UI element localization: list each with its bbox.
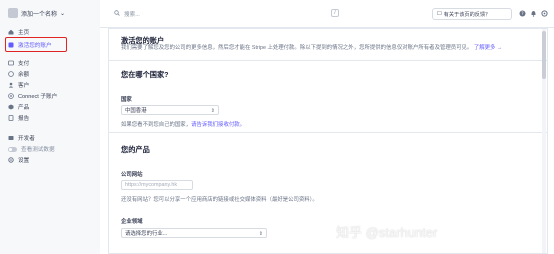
sidebar-item-label: 激活您的账户 [18,43,52,49]
chevron-down-icon: ⌄ [60,10,66,17]
account-switcher[interactable]: 添加一个名称 ⌄ [8,8,65,18]
learn-more-link[interactable]: 了解更多 → [474,45,502,51]
select-arrows-icon: ⇕ [210,108,215,114]
balance-icon [8,71,14,77]
sidebar-item-payments[interactable]: 支付 [6,58,96,68]
sidebar-item-label: 主页 [18,30,30,36]
website-label: 公司网站 [121,172,143,178]
industry-placeholder: 请选择您的行业... [125,231,168,237]
website-placeholder: https://mycompany.hk [125,182,178,188]
sidebar-item-settings[interactable]: 设置 [6,155,96,165]
sidebar-item-label: 查看测试数据 [21,147,55,153]
contact-link[interactable]: 请告诉我们接收付款。 [191,122,245,128]
sidebar-item-label: 开发者 [18,136,35,142]
sidebar-item-customers[interactable]: 客户 [6,80,96,90]
sidebar-item-developers[interactable]: 开发者 [6,133,96,143]
search-shortcut-key: / [331,9,339,17]
industry-select[interactable]: 请选择您的行业... ⇕ [121,228,267,238]
search-icon [114,9,120,18]
feedback-icon: ☐ [437,11,442,17]
sidebar-item-label: 客户 [18,83,30,89]
sidebar-item-label: 设置 [18,158,30,164]
connect-icon [8,93,14,99]
country-select[interactable]: 中国香港 ⇕ [121,105,219,115]
account-logo [8,8,18,18]
notifications-icon[interactable] [530,10,537,17]
country-value: 中国香港 [125,108,147,114]
sidebar-item-label: 报告 [18,116,30,122]
account-settings-icon[interactable] [541,10,548,17]
divider [109,60,547,61]
sidebar-item-label: 支付 [18,61,30,67]
account-name: 添加一个名称 [21,11,58,18]
home-icon [8,29,14,35]
country-label: 国家 [121,97,132,103]
sidebar-item-reports[interactable]: 报告 [6,113,96,123]
top-bar: 搜索... / ☐ 有关于该页的反馈？ ? [100,0,554,28]
industry-label: 企业领域 [121,219,143,225]
activate-description: 我们需要了解您及您的公司的更多信息，然后您才能在 Stripe 上处理付款。除以… [121,45,503,51]
customers-icon [8,82,14,88]
sidebar-item-balance[interactable]: 余额 [6,69,96,79]
website-hint: 还没有网站？您可以分享一个应用商店的链接或社交媒体资料（最好是公司资料）。 [121,197,318,203]
payments-icon [8,60,14,66]
divider [109,132,547,133]
feedback-button[interactable]: ☐ 有关于该页的反馈？ [432,8,512,20]
sidebar-item-label: 余额 [18,72,30,78]
website-input[interactable]: https://mycompany.hk [121,180,193,190]
sidebar-item-label: Connect 子账户 [18,94,58,100]
sidebar-item-label: 产品 [18,105,30,111]
sidebar-item-connect[interactable]: Connect 子账户 [6,91,96,101]
watermark: 知乎 @starhunter [336,225,438,240]
select-arrows-icon: ⇕ [258,231,263,237]
test-data-toggle[interactable]: 查看测试数据 [6,144,96,154]
search-input[interactable]: 搜索... / [114,7,339,20]
settings-icon [8,157,14,163]
products-icon [8,104,14,110]
country-hint: 如果您看不到您自己的国家，请告诉我们接收付款。 [121,122,246,128]
help-icon[interactable]: ? [519,10,526,17]
search-placeholder: 搜索... [124,11,140,18]
activate-icon [8,42,14,48]
reports-icon [8,115,14,121]
country-section-title: 您在哪个国家? [121,70,169,79]
toggle-icon [8,146,17,152]
sidebar-item-home[interactable]: 主页 [6,27,96,37]
product-section-title: 您的产品 [121,145,150,154]
scrollbar-thumb[interactable] [542,31,546,79]
sidebar-item-products[interactable]: 产品 [6,102,96,112]
sidebar-item-activate[interactable]: 激活您的账户 [6,40,96,50]
sidebar: 添加一个名称 ⌄ 主页 激活您的账户 支付 余额 客户 Connect 子账户 … [0,0,100,254]
feedback-label: 有关于该页的反馈？ [443,11,491,18]
developers-icon [8,135,14,141]
main-panel: 激活您的账户 我们需要了解您及您的公司的更多信息，然后您才能在 Stripe 上… [108,28,548,254]
